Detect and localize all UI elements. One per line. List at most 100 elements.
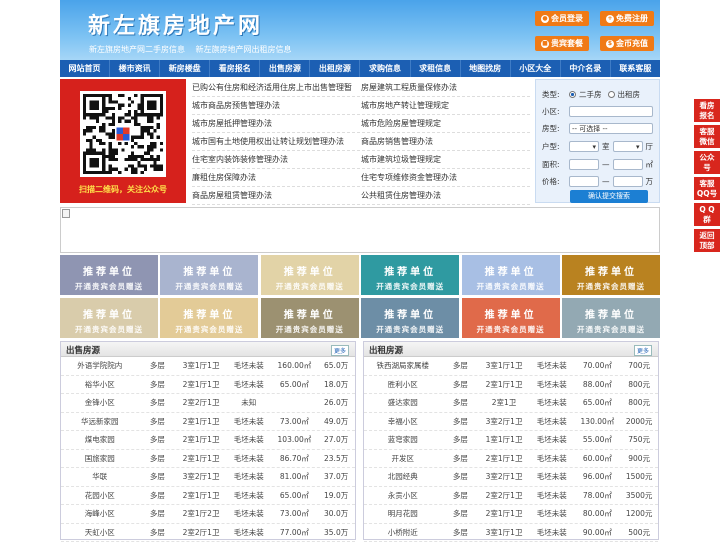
recommended-unit-tile[interactable]: 推荐单位开通贵宾会员赠送 [462, 298, 560, 338]
community-input[interactable] [569, 106, 653, 117]
site-logo[interactable]: 新左旗房地产网 [88, 8, 263, 40]
listing-row[interactable]: 海峰小区多层2室1厅2卫毛坯未装73.00㎡30.0万 [61, 505, 355, 524]
coin-recharge-button[interactable]: $金币充值 [600, 36, 654, 51]
type-radio-sale[interactable] [569, 91, 576, 98]
nav-item-8[interactable]: 地图找房 [461, 60, 511, 77]
listing-row[interactable]: 永贡小区多层2室2厅1卫毛坯未装78.00㎡3500元 [364, 487, 658, 506]
side-float-item[interactable]: 看房报名 [694, 99, 720, 122]
news-link[interactable]: 城市国有土地使用权出让转让规划管理办法 [192, 133, 361, 150]
listing-row[interactable]: 明月花园多层2室1厅1卫毛坯未装80.00㎡1200元 [364, 505, 658, 524]
listing-community[interactable]: 蓝穹家园 [364, 434, 441, 445]
listing-community[interactable]: 外语学院院内 [61, 360, 138, 371]
listing-row[interactable]: 外语学院院内多层3室1厅1卫毛坯未装160.00㎡65.0万 [61, 357, 355, 376]
vip-package-button[interactable]: ■贵宾套餐 [535, 36, 589, 51]
nav-item-0[interactable]: 网站首页 [60, 60, 110, 77]
recommended-unit-tile[interactable]: 推荐单位开通贵宾会员赠送 [361, 298, 459, 338]
listing-community[interactable]: 幸福小区 [364, 416, 441, 427]
price-min-input[interactable] [569, 176, 599, 187]
recommended-unit-tile[interactable]: 推荐单位开通贵宾会员赠送 [462, 255, 560, 295]
news-link[interactable]: 城市商品房预售管理办法 [192, 97, 361, 114]
news-link[interactable]: 住宅专项维修资金管理办法 [361, 169, 530, 186]
recommended-unit-tile[interactable]: 推荐单位开通贵宾会员赠送 [160, 298, 258, 338]
news-link[interactable]: 商品房屋租赁管理办法 [192, 187, 361, 204]
recommended-unit-tile[interactable]: 推荐单位开通贵宾会员赠送 [160, 255, 258, 295]
subtitle-sale-link[interactable]: 新左旗房地产网二手房信息 [89, 45, 185, 54]
side-float-item[interactable]: Q Q群 [694, 203, 720, 226]
listing-row[interactable]: 裕华小区多层2室1厅1卫毛坯未装65.00㎡18.0万 [61, 376, 355, 395]
listing-row[interactable]: 铁西湖局家属楼多层3室1厅1卫毛坯未装70.00㎡700元 [364, 357, 658, 376]
nav-item-10[interactable]: 中介名录 [561, 60, 611, 77]
nav-item-3[interactable]: 看房报名 [210, 60, 260, 77]
listing-community[interactable]: 开发区 [364, 453, 441, 464]
recommended-unit-tile[interactable]: 推荐单位开通贵宾会员赠送 [60, 255, 158, 295]
sale-more-link[interactable]: 更多 [331, 345, 349, 356]
listing-community[interactable]: 北园经典 [364, 471, 441, 482]
recommended-unit-tile[interactable]: 推荐单位开通贵宾会员赠送 [562, 298, 660, 338]
news-link[interactable]: 廉租住房保障办法 [192, 169, 361, 186]
listing-community[interactable]: 华联 [61, 471, 138, 482]
listing-community[interactable]: 永贡小区 [364, 490, 441, 501]
search-submit-button[interactable]: 确认提交搜索 [570, 190, 648, 203]
listing-community[interactable]: 胜利小区 [364, 379, 441, 390]
nav-item-9[interactable]: 小区大全 [511, 60, 561, 77]
nav-item-5[interactable]: 出租房源 [310, 60, 360, 77]
listing-row[interactable]: 开发区多层2室1厅1卫毛坯未装60.00㎡900元 [364, 450, 658, 469]
type-radio-rent[interactable] [608, 91, 615, 98]
nav-item-7[interactable]: 求租信息 [411, 60, 461, 77]
listing-row[interactable]: 花园小区多层2室1厅1卫毛坯未装65.00㎡19.0万 [61, 487, 355, 506]
nav-item-4[interactable]: 出售房源 [260, 60, 310, 77]
side-float-item[interactable]: 客服QQ号 [694, 177, 720, 200]
listing-row[interactable]: 蓝穹家园多层1室1厅1卫毛坯未装55.00㎡750元 [364, 431, 658, 450]
nav-item-1[interactable]: 楼市资讯 [110, 60, 160, 77]
listing-community[interactable]: 国旅家园 [61, 453, 138, 464]
listing-row[interactable]: 华远新家园多层2室1厅1卫毛坯未装73.00㎡49.0万 [61, 413, 355, 432]
area-max-input[interactable] [613, 159, 643, 170]
listing-row[interactable]: 天虹小区多层2室2厅1卫毛坯未装77.00㎡35.0万 [61, 524, 355, 542]
listing-row[interactable]: 胜利小区多层2室1厅1卫毛坯未装88.00㎡800元 [364, 376, 658, 395]
listing-community[interactable]: 小桥附近 [364, 527, 441, 538]
listing-row[interactable]: 北园经典多层3室2厅1卫毛坯未装96.00㎡1500元 [364, 468, 658, 487]
listing-row[interactable]: 华联多层3室2厅1卫毛坯未装81.00㎡37.0万 [61, 468, 355, 487]
recommended-unit-tile[interactable]: 推荐单位开通贵宾会员赠送 [261, 298, 359, 338]
side-float-item[interactable]: 返回顶部 [694, 229, 720, 252]
listing-community[interactable]: 金锋小区 [61, 397, 138, 408]
rent-more-link[interactable]: 更多 [634, 345, 652, 356]
listing-community[interactable]: 海峰小区 [61, 508, 138, 519]
listing-community[interactable]: 明月花园 [364, 508, 441, 519]
news-link[interactable]: 城市房地产转让管理规定 [361, 97, 530, 114]
listing-row[interactable]: 国旅家园多层2室1厅1卫毛坯未装86.70㎡23.5万 [61, 450, 355, 469]
listing-community[interactable]: 裕华小区 [61, 379, 138, 390]
rooms-select[interactable]: ▾ [569, 141, 599, 152]
news-link[interactable]: 已购公有住房和经济适用住房上市出售管理暂 [192, 79, 361, 96]
news-link[interactable]: 城市建筑垃圾管理规定 [361, 151, 530, 168]
listing-community[interactable]: 天虹小区 [61, 527, 138, 538]
listing-row[interactable]: 小桥附近多层3室1厅1卫毛坯未装90.00㎡500元 [364, 524, 658, 542]
listing-row[interactable]: 盛达家园多层2室1卫毛坯未装65.00㎡800元 [364, 394, 658, 413]
login-button[interactable]: ●会员登录 [535, 11, 589, 26]
area-min-input[interactable] [569, 159, 599, 170]
listing-community[interactable]: 盛达家园 [364, 397, 441, 408]
listing-community[interactable]: 花园小区 [61, 490, 138, 501]
housetype-select[interactable]: -- 可选择 -- [569, 123, 653, 134]
register-button[interactable]: +免费注册 [600, 11, 654, 26]
news-link[interactable]: 住宅室内装饰装修管理办法 [192, 151, 361, 168]
price-max-input[interactable] [613, 176, 643, 187]
recommended-unit-tile[interactable]: 推荐单位开通贵宾会员赠送 [361, 255, 459, 295]
listing-row[interactable]: 金锋小区多层2室2厅1卫未知26.0万 [61, 394, 355, 413]
side-float-item[interactable]: 公众号 [694, 151, 720, 174]
listing-community[interactable]: 铁西湖局家属楼 [364, 360, 441, 371]
news-link[interactable]: 公共租赁住房管理办法 [361, 187, 530, 204]
news-link[interactable]: 房屋建筑工程质量保修办法 [361, 79, 530, 96]
news-link[interactable]: 城市危险房屋管理规定 [361, 115, 530, 132]
recommended-unit-tile[interactable]: 推荐单位开通贵宾会员赠送 [60, 298, 158, 338]
recommended-unit-tile[interactable]: 推荐单位开通贵宾会员赠送 [261, 255, 359, 295]
banner-ad[interactable] [60, 207, 660, 253]
listing-community[interactable]: 煤电家园 [61, 434, 138, 445]
subtitle-rent-link[interactable]: 新左旗房地产网出租房信息 [196, 45, 292, 54]
side-float-item[interactable]: 客服微信 [694, 125, 720, 148]
listing-row[interactable]: 煤电家园多层2室1厅1卫毛坯未装103.00㎡27.0万 [61, 431, 355, 450]
halls-select[interactable]: ▾ [613, 141, 643, 152]
listing-row[interactable]: 幸福小区多层3室2厅1卫毛坯未装130.00㎡2000元 [364, 413, 658, 432]
listing-community[interactable]: 华远新家园 [61, 416, 138, 427]
news-link[interactable]: 城市房屋抵押管理办法 [192, 115, 361, 132]
